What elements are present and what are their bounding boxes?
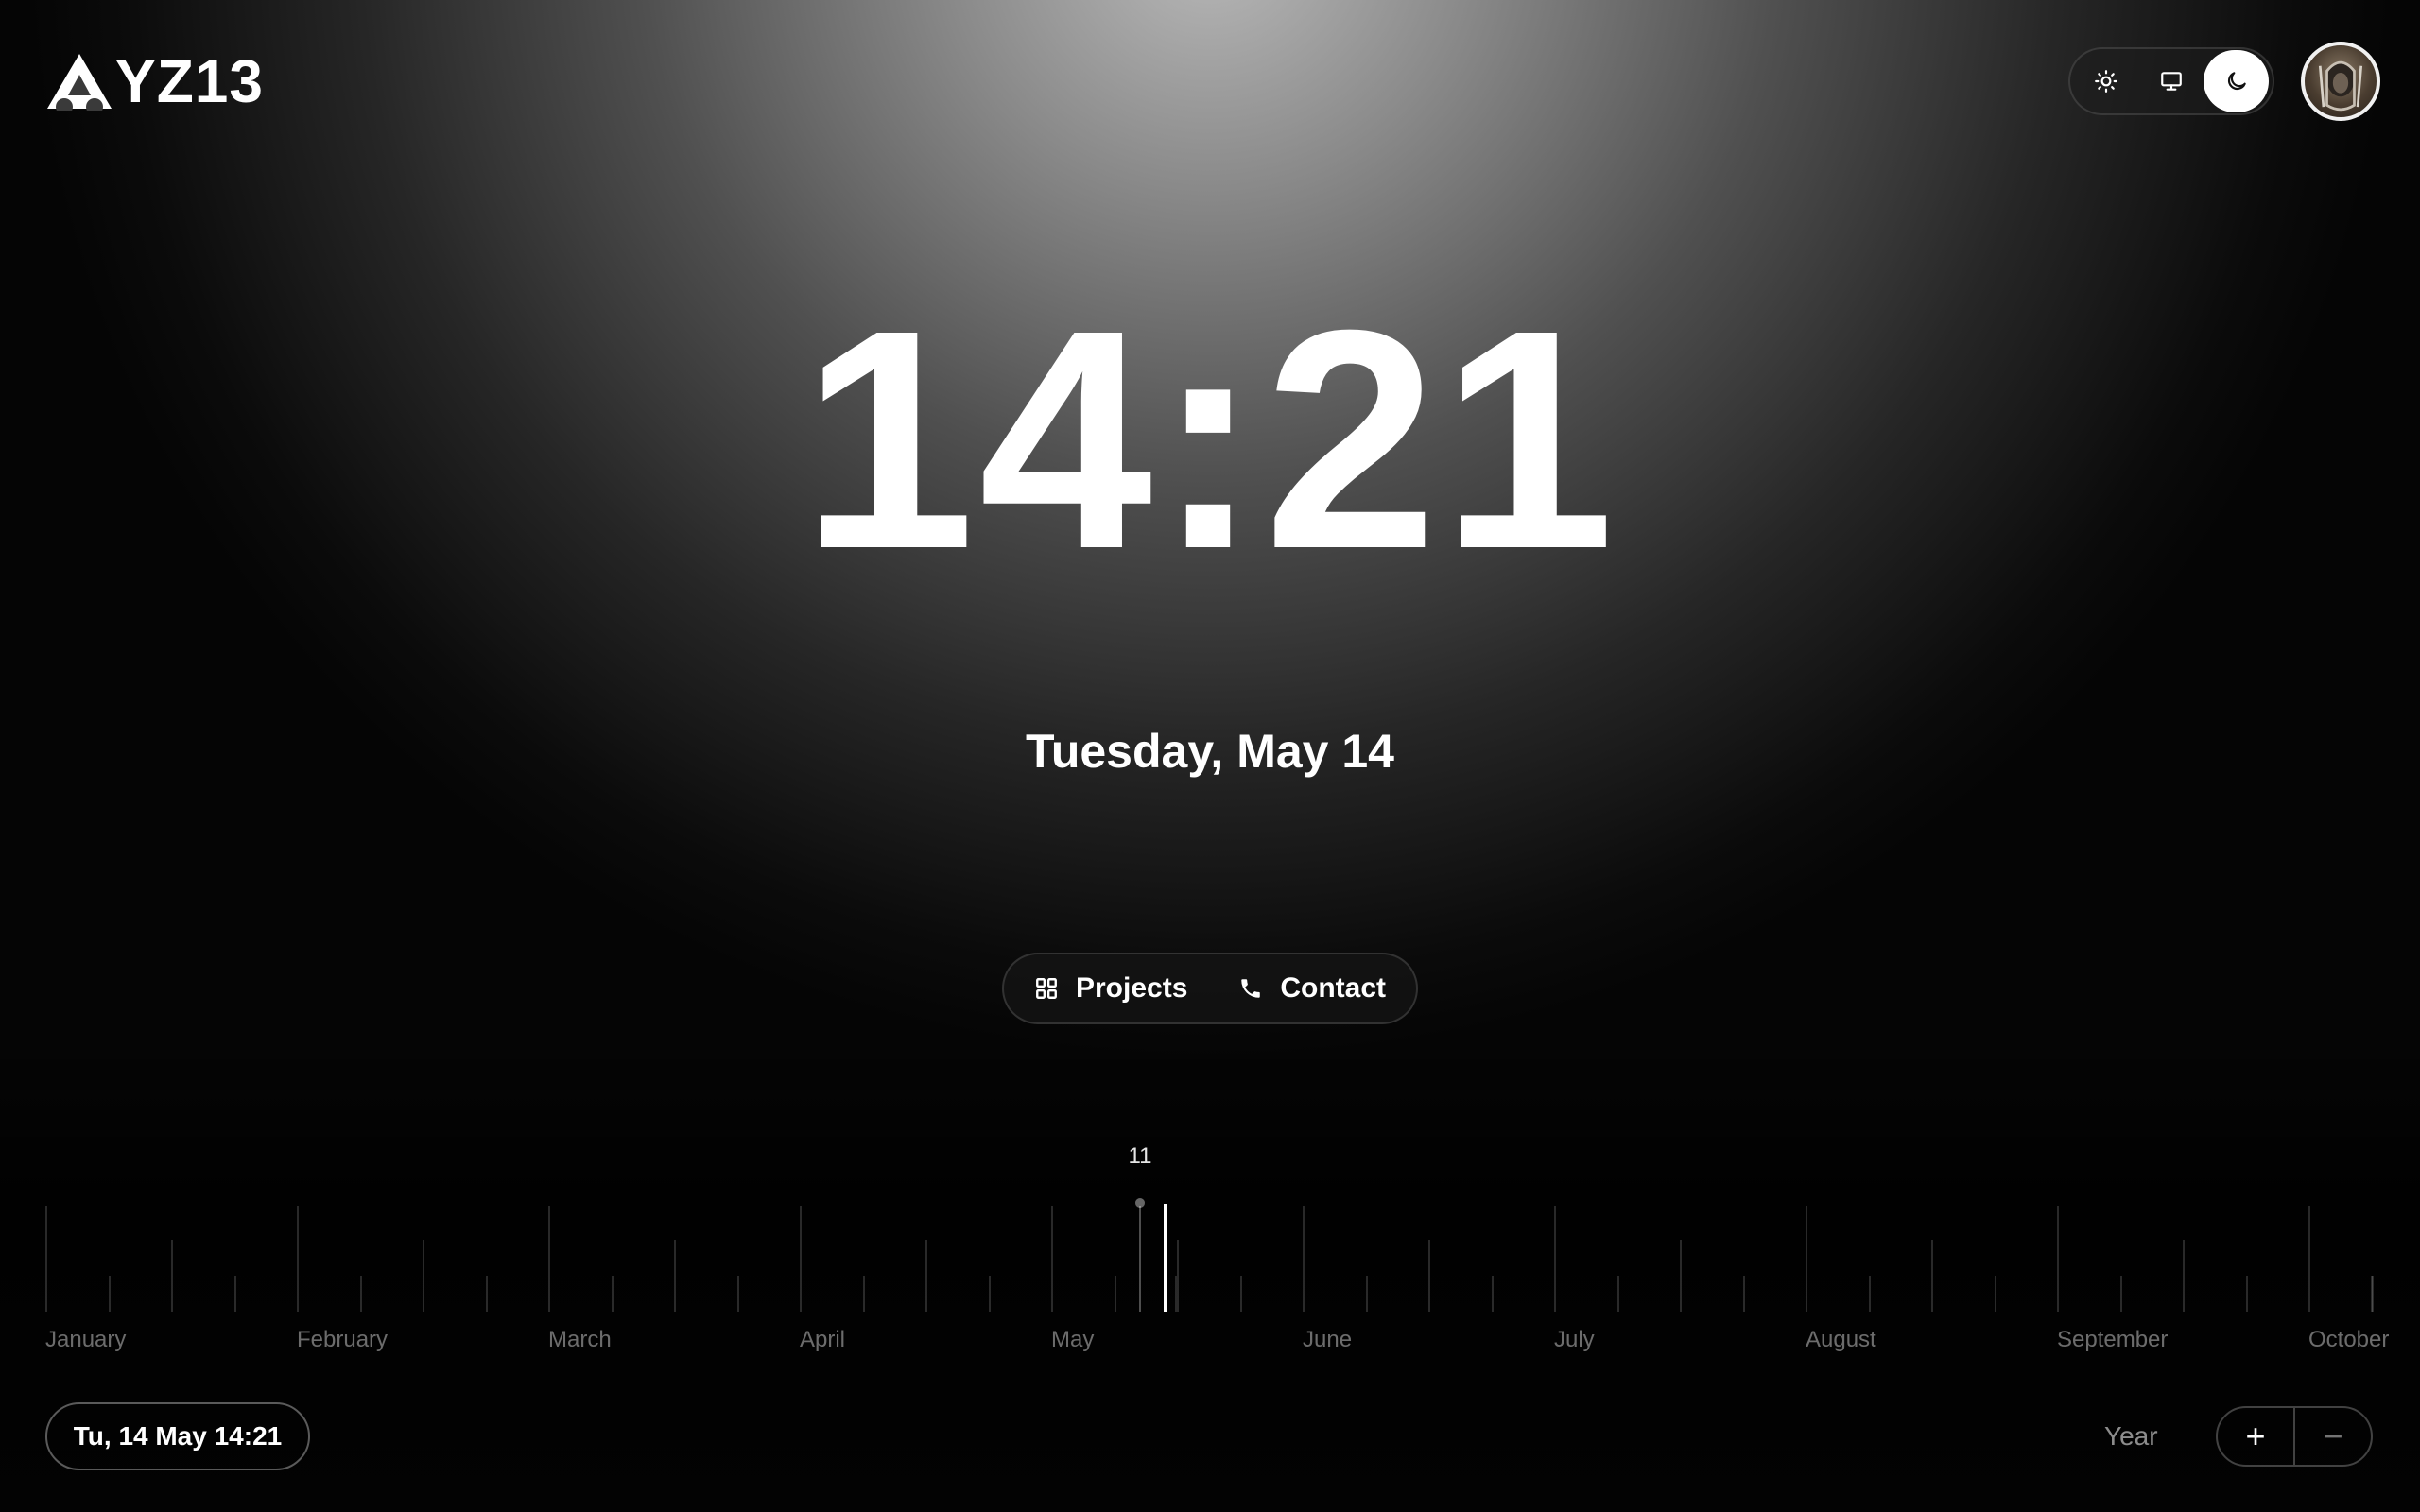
projects-button[interactable]: Projects [1034, 972, 1187, 1005]
timeline-hover-day: 11 [1128, 1143, 1152, 1169]
timeline-month-label: January [45, 1327, 127, 1352]
timeline-week-tick [1366, 1276, 1368, 1312]
timeline-week-tick [863, 1276, 865, 1312]
avatar-portrait-icon [2318, 60, 2363, 112]
timeline-month-tick [1303, 1206, 1305, 1312]
user-avatar[interactable] [2301, 42, 2380, 121]
timeline-week-tick [171, 1240, 173, 1312]
timeline-month-label: September [2057, 1327, 2169, 1352]
timeline-month-tick [1051, 1206, 1053, 1312]
projects-label: Projects [1076, 972, 1188, 1004]
year-timeline[interactable]: 11 January February March April May June July A… [0, 1125, 2420, 1370]
timeline-week-tick [1115, 1276, 1116, 1312]
monitor-icon [2161, 72, 2182, 91]
theme-dark-button[interactable] [2204, 50, 2270, 112]
timeline-month-label: April [800, 1327, 846, 1352]
timeline-week-tick [989, 1276, 991, 1312]
timeline-week-tick [612, 1276, 614, 1312]
timeline-week-tick [1743, 1276, 1745, 1312]
timeline-week-tick [109, 1276, 111, 1312]
timeline-week-tick [1931, 1240, 1933, 1312]
timeline-week-tick [2246, 1276, 2248, 1312]
timeline-week-tick [423, 1240, 424, 1312]
phone-icon [1241, 979, 1261, 998]
timeline-month-label: August [1806, 1327, 1876, 1352]
main-nav: Projects Contact [1002, 953, 1418, 1024]
timeline-month-tick [45, 1206, 47, 1312]
timeline-hover-line [1139, 1206, 1141, 1312]
clock-date: Tuesday, May 14 [1026, 725, 1394, 778]
sun-icon [2095, 70, 2118, 93]
contact-label: Contact [1280, 972, 1386, 1004]
moon-icon [2227, 72, 2246, 91]
brand-logo[interactable]: YZ13 [45, 51, 264, 112]
timeline-week-tick [737, 1276, 739, 1312]
triangle-logo-icon [47, 54, 112, 111]
timeline-week-tick [1240, 1276, 1242, 1312]
timeline-month-label: March [548, 1327, 612, 1352]
theme-switcher [2068, 47, 2274, 115]
zoom-out-button[interactable]: − [2295, 1408, 2371, 1465]
timeline-week-tick [1995, 1276, 1996, 1312]
timeline-month-tick [548, 1206, 550, 1312]
contact-button[interactable]: Contact [1238, 972, 1386, 1005]
timeline-week-tick [1680, 1240, 1682, 1312]
timeline-month-tick [800, 1206, 802, 1312]
clock-time: 14:21 [801, 265, 1618, 613]
timeline-week-tick [1617, 1276, 1619, 1312]
timeline-current-indicator [1164, 1204, 1167, 1312]
timeline-month-label: February [297, 1327, 389, 1352]
brand-name: YZ13 [115, 47, 264, 115]
timeline-week-tick [925, 1240, 927, 1312]
timeline-month-tick [1806, 1206, 1807, 1312]
current-datetime-chip[interactable]: Tu, 14 May 14:21 [45, 1402, 310, 1470]
timeline-month-label: May [1051, 1327, 1095, 1352]
timeline-week-tick [2120, 1276, 2122, 1312]
timeline-month-label: June [1303, 1327, 1353, 1352]
timeline-month-tick [297, 1206, 299, 1312]
zoom-controls: + − [2216, 1406, 2373, 1467]
timeline-week-tick [360, 1276, 362, 1312]
timeline-week-tick [2371, 1276, 2373, 1312]
timeline-month-tick [1554, 1206, 1556, 1312]
grid-icon [1036, 978, 1057, 999]
theme-system-button[interactable] [2139, 50, 2204, 112]
timeline-week-tick [2183, 1240, 2185, 1312]
scale-label: Year [2104, 1421, 2158, 1451]
timeline-month-label: July [1554, 1327, 1595, 1352]
timeline-week-tick [1177, 1240, 1179, 1312]
timeline-week-tick [486, 1276, 488, 1312]
timeline-week-tick [1869, 1276, 1871, 1312]
zoom-in-button[interactable]: + [2218, 1408, 2295, 1465]
timeline-week-tick [1428, 1240, 1430, 1312]
theme-light-button[interactable] [2074, 50, 2139, 112]
timeline-week-tick [1175, 1276, 1177, 1312]
timeline-week-tick [1492, 1276, 1494, 1312]
timeline-month-tick [2057, 1206, 2059, 1312]
timeline-month-tick [2308, 1206, 2310, 1312]
timeline-week-tick [674, 1240, 676, 1312]
timeline-week-tick [234, 1276, 236, 1312]
timeline-month-label: October [2308, 1327, 2390, 1352]
